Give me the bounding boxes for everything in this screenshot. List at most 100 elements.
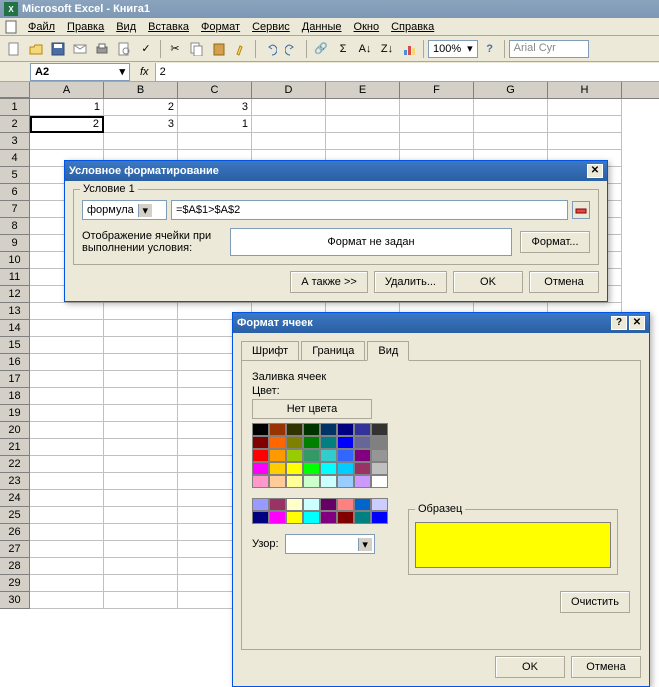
color-swatch[interactable]: [286, 436, 303, 449]
cell[interactable]: 3: [104, 116, 178, 133]
color-swatch[interactable]: [354, 449, 371, 462]
font-combo[interactable]: Arial Cyr: [509, 40, 589, 58]
color-swatch[interactable]: [320, 423, 337, 436]
cell[interactable]: [548, 133, 622, 150]
cell[interactable]: [104, 422, 178, 439]
cell[interactable]: [104, 507, 178, 524]
cell[interactable]: [30, 133, 104, 150]
color-swatch[interactable]: [354, 423, 371, 436]
cell[interactable]: [104, 303, 178, 320]
color-swatch[interactable]: [320, 475, 337, 488]
color-swatch[interactable]: [269, 423, 286, 436]
color-swatch[interactable]: [286, 511, 303, 524]
cell[interactable]: [104, 473, 178, 490]
menu-view[interactable]: Вид: [110, 19, 142, 35]
cell[interactable]: 2: [30, 116, 104, 133]
paste-icon[interactable]: [209, 39, 229, 59]
format-button[interactable]: Формат...: [520, 231, 590, 253]
cell[interactable]: [30, 541, 104, 558]
color-swatch[interactable]: [337, 449, 354, 462]
color-swatch[interactable]: [320, 511, 337, 524]
also-button[interactable]: А также >>: [290, 271, 368, 293]
color-swatch[interactable]: [286, 475, 303, 488]
redo-icon[interactable]: [282, 39, 302, 59]
cell[interactable]: [104, 575, 178, 592]
row-header[interactable]: 17: [0, 371, 30, 388]
color-swatch[interactable]: [286, 449, 303, 462]
color-swatch[interactable]: [371, 436, 388, 449]
close-icon[interactable]: ✕: [587, 164, 603, 178]
tab-border[interactable]: Граница: [301, 341, 365, 361]
cell[interactable]: [104, 133, 178, 150]
cell[interactable]: [326, 133, 400, 150]
cell[interactable]: [252, 116, 326, 133]
cell[interactable]: [326, 116, 400, 133]
collapse-dialog-icon[interactable]: [572, 201, 590, 219]
row-header[interactable]: 5: [0, 167, 30, 184]
close-icon[interactable]: ✕: [629, 316, 645, 330]
color-swatch[interactable]: [286, 423, 303, 436]
col-header[interactable]: A: [30, 82, 104, 98]
row-header[interactable]: 22: [0, 456, 30, 473]
cell[interactable]: [30, 371, 104, 388]
cell[interactable]: [30, 456, 104, 473]
cell[interactable]: [104, 558, 178, 575]
color-swatch[interactable]: [371, 475, 388, 488]
preview-icon[interactable]: [114, 39, 134, 59]
zoom-combo[interactable]: 100%▾: [428, 40, 478, 58]
condition-type-dropdown[interactable]: формула▾: [82, 200, 167, 220]
save-icon[interactable]: [48, 39, 68, 59]
color-swatch[interactable]: [252, 462, 269, 475]
dialog-titlebar[interactable]: Условное форматирование ✕: [65, 161, 607, 181]
clear-button[interactable]: Очистить: [560, 591, 630, 613]
cell[interactable]: [104, 337, 178, 354]
color-swatch[interactable]: [252, 436, 269, 449]
row-header[interactable]: 4: [0, 150, 30, 167]
menu-data[interactable]: Данные: [296, 19, 348, 35]
cell[interactable]: [30, 592, 104, 609]
cell[interactable]: [30, 490, 104, 507]
ok-button[interactable]: OK: [453, 271, 523, 293]
cell[interactable]: [104, 354, 178, 371]
cell[interactable]: [30, 439, 104, 456]
name-box[interactable]: A2▾: [30, 63, 130, 81]
cell[interactable]: [400, 133, 474, 150]
brush-icon[interactable]: [231, 39, 251, 59]
cell[interactable]: 2: [104, 99, 178, 116]
cut-icon[interactable]: ✂: [165, 39, 185, 59]
color-swatch[interactable]: [354, 475, 371, 488]
chevron-down-icon[interactable]: ▾: [119, 65, 125, 78]
cell[interactable]: [104, 371, 178, 388]
no-color-button[interactable]: Нет цвета: [252, 399, 372, 419]
color-swatch[interactable]: [286, 498, 303, 511]
mail-icon[interactable]: [70, 39, 90, 59]
color-swatch[interactable]: [269, 462, 286, 475]
row-header[interactable]: 14: [0, 320, 30, 337]
formula-field[interactable]: =$A$1>$A$2: [171, 200, 568, 220]
cancel-button[interactable]: Отмена: [571, 656, 641, 678]
copy-icon[interactable]: [187, 39, 207, 59]
color-swatch[interactable]: [252, 449, 269, 462]
cell[interactable]: [104, 405, 178, 422]
help-icon[interactable]: ?: [611, 316, 627, 330]
cell[interactable]: [30, 405, 104, 422]
fx-icon[interactable]: fx: [140, 66, 149, 78]
row-header[interactable]: 26: [0, 524, 30, 541]
row-header[interactable]: 24: [0, 490, 30, 507]
sort-asc-icon[interactable]: A↓: [355, 39, 375, 59]
color-swatch[interactable]: [269, 498, 286, 511]
color-swatch[interactable]: [371, 511, 388, 524]
cell[interactable]: 1: [30, 99, 104, 116]
cell[interactable]: [104, 524, 178, 541]
cell[interactable]: [104, 388, 178, 405]
cell[interactable]: [104, 439, 178, 456]
row-header[interactable]: 21: [0, 439, 30, 456]
tab-patterns[interactable]: Вид: [367, 341, 409, 361]
menu-edit[interactable]: Правка: [61, 19, 110, 35]
color-swatch[interactable]: [303, 511, 320, 524]
color-swatch[interactable]: [303, 449, 320, 462]
col-header[interactable]: B: [104, 82, 178, 98]
spell-icon[interactable]: ✓: [136, 39, 156, 59]
col-header[interactable]: G: [474, 82, 548, 98]
color-swatch[interactable]: [354, 511, 371, 524]
